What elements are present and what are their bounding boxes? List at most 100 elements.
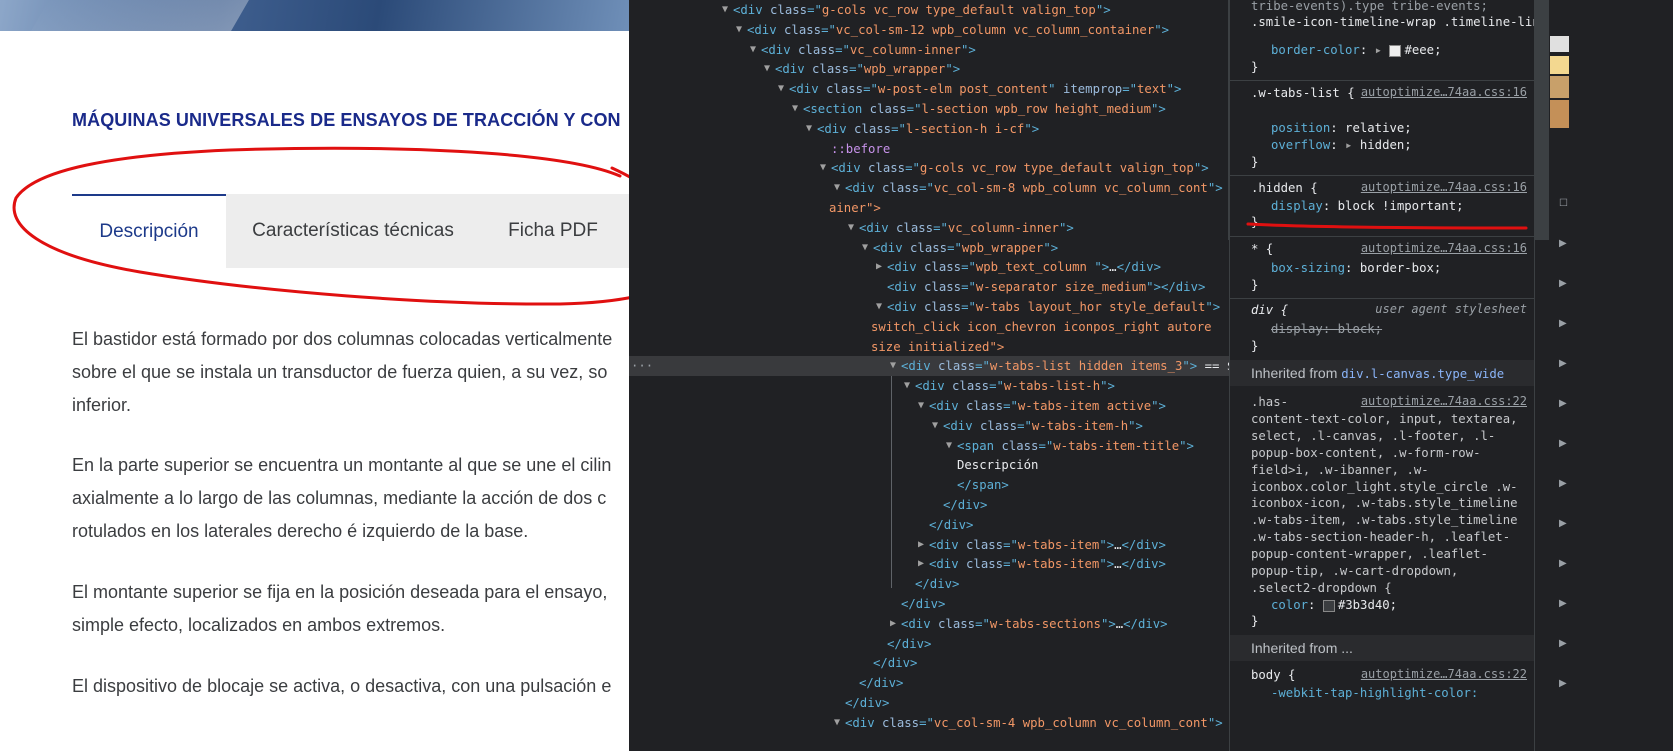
- css-declaration[interactable]: box-sizing: border-box;: [1271, 260, 1441, 277]
- css-property-name[interactable]: -webkit-tap-highlight-color:: [1271, 686, 1478, 700]
- dom-tree-row[interactable]: ▼ <div class="wpb_wrapper">: [629, 59, 1229, 79]
- collapse-arrow-icon[interactable]: ▼: [859, 238, 871, 258]
- selected-dom-node[interactable]: ▼ ··· <div class="w-tabs-list hidden items…: [629, 356, 1229, 377]
- expand-arrow-icon[interactable]: ▶: [1559, 238, 1567, 249]
- dom-tree-row[interactable]: </div>: [629, 574, 1229, 594]
- rule-selector-line[interactable]: .w-tabs-item, .w-tabs.style_timeline: [1251, 512, 1518, 529]
- css-property-value[interactable]: block: [1338, 322, 1375, 336]
- dom-tree-row[interactable]: <div class="w-separator size_medium"></d…: [629, 277, 1229, 297]
- rule-selector-line[interactable]: iconbox.color_light.style_circle .w-: [1251, 479, 1518, 496]
- collapse-arrow-icon[interactable]: ▼: [943, 436, 955, 456]
- collapse-arrow-icon[interactable]: ▼: [733, 20, 745, 40]
- expand-arrow-icon[interactable]: ▶: [1559, 558, 1567, 569]
- dom-tree-row[interactable]: ainer">: [629, 198, 1229, 218]
- css-property-name[interactable]: color: [1271, 598, 1308, 612]
- dom-tree-row[interactable]: ▼ <div class="w-tabs layout_hor style_def…: [629, 297, 1229, 317]
- rule-selector-line[interactable]: field>i, .w-ibanner, .w-: [1251, 462, 1429, 479]
- stylesheet-link[interactable]: autoptimize…74aa.css:16: [1361, 85, 1527, 99]
- css-property-name[interactable]: display: [1271, 199, 1323, 213]
- css-property-value[interactable]: #eee: [1404, 43, 1434, 57]
- dom-tree-row[interactable]: ▶ <div class="w-tabs-sections">…</div>: [629, 614, 1229, 634]
- stylesheet-link[interactable]: autoptimize…74aa.css:16: [1361, 180, 1527, 194]
- rule-selector-line[interactable]: select, .l-canvas, .l-footer, .l-: [1251, 428, 1495, 445]
- expand-arrow-icon[interactable]: ▶: [1559, 518, 1567, 529]
- css-property-value[interactable]: #3b3d40: [1338, 598, 1390, 612]
- dom-tree-row[interactable]: ▼ <div class="w-tabs-item-h">: [629, 416, 1229, 436]
- dom-tree-row[interactable]: ▼ <div class="w-tabs-item active">: [629, 396, 1229, 416]
- css-declaration[interactable]: -webkit-tap-highlight-color:: [1271, 685, 1478, 702]
- collapse-arrow-icon[interactable]: ▼: [803, 119, 815, 139]
- expand-arrow-icon[interactable]: ▶: [873, 257, 885, 277]
- dom-tree-row[interactable]: </div>: [629, 495, 1229, 515]
- rule-selector[interactable]: * {: [1251, 241, 1273, 258]
- dom-tree-row[interactable]: ▶ <div class="wpb_text_column ">…</div>: [629, 257, 1229, 277]
- dom-tree-row[interactable]: </div>: [629, 653, 1229, 673]
- dom-tree-row[interactable]: switch_click icon_chevron iconpos_right …: [629, 317, 1229, 337]
- dom-tree-row[interactable]: ▼ <div class="vc_column-inner">: [629, 218, 1229, 238]
- inherited-element-link[interactable]: div.l-canvas.type_wide: [1341, 367, 1504, 381]
- dom-tree-row[interactable]: ▼ <div class="g-cols vc_row type_default …: [629, 0, 1229, 20]
- expand-arrow-icon[interactable]: ▶: [1559, 358, 1567, 369]
- styles-scrollbar[interactable]: [1535, 0, 1549, 240]
- css-declaration[interactable]: display: block !important;: [1271, 198, 1464, 215]
- css-declaration[interactable]: border-color: ▸ #eee;: [1271, 42, 1442, 59]
- rule-selector[interactable]: div {: [1251, 302, 1288, 319]
- expand-arrow-icon[interactable]: ▶: [1559, 598, 1567, 609]
- rule-selector-line[interactable]: .select2-dropdown {: [1251, 580, 1392, 597]
- tab-descripcion[interactable]: Descripción: [72, 194, 226, 268]
- css-declaration[interactable]: color: #3b3d40;: [1271, 597, 1397, 614]
- color-swatch-icon[interactable]: [1389, 44, 1402, 57]
- stylesheet-link[interactable]: autoptimize…74aa.css:16: [1361, 241, 1527, 255]
- dom-tree-row[interactable]: ▼ <span class="w-tabs-item-title">: [629, 436, 1229, 456]
- collapse-arrow-icon[interactable]: ▼: [775, 79, 787, 99]
- dom-tree-row[interactable]: ▼ <div class="wpb_wrapper">: [629, 238, 1229, 258]
- rule-selector-line[interactable]: popup-tip, .w-cart-dropdown,: [1251, 563, 1458, 580]
- collapse-arrow-icon[interactable]: ▼: [845, 218, 857, 238]
- css-declaration[interactable]: overflow: ▸ hidden;: [1271, 137, 1412, 154]
- collapse-arrow-icon[interactable]: ▼: [929, 416, 941, 436]
- dom-tree-row[interactable]: ▼ <div class="vc_col-sm-12 wpb_column vc_…: [629, 20, 1229, 40]
- dom-tree-row[interactable]: ▼ <div class="vc_column-inner">: [629, 40, 1229, 60]
- dom-tree-row[interactable]: </div>: [629, 634, 1229, 654]
- tab-ficha-pdf[interactable]: Ficha PDF: [480, 194, 626, 268]
- dom-tree-row[interactable]: ▼ <div class="l-section-h i-cf">: [629, 119, 1229, 139]
- expand-arrow-icon[interactable]: ▶: [1559, 438, 1567, 449]
- css-property-value[interactable]: border-box: [1360, 261, 1434, 275]
- collapse-arrow-icon[interactable]: ▼: [789, 99, 801, 119]
- stylesheet-link[interactable]: autoptimize…74aa.css:22: [1361, 667, 1527, 681]
- collapse-arrow-icon[interactable]: ▼: [761, 59, 773, 79]
- collapse-arrow-icon[interactable]: ▼: [831, 178, 843, 198]
- dom-tree-row[interactable]: ▼ <div class="vc_col-sm-8 wpb_column vc_c…: [629, 178, 1229, 198]
- collapse-arrow-icon[interactable]: ▼: [901, 376, 913, 396]
- dom-tree-row[interactable]: ▼ <div class="w-post-elm post_content" it…: [629, 79, 1229, 99]
- rule-selector[interactable]: body {: [1251, 667, 1295, 684]
- expand-arrow-icon[interactable]: ▶: [1559, 678, 1567, 689]
- expand-arrow-icon[interactable]: ▶: [1559, 478, 1567, 489]
- css-property-name[interactable]: overflow: [1271, 138, 1330, 152]
- css-property-name[interactable]: display: [1271, 322, 1323, 336]
- expand-arrow-icon[interactable]: ▶: [1559, 278, 1567, 289]
- checkbox-icon[interactable]: ☐: [1559, 198, 1568, 209]
- rule-selector-line[interactable]: .w-tabs-section-header-h, .leaflet-: [1251, 529, 1510, 546]
- rule-selector-line[interactable]: popup-box-content, .w-form-row-: [1251, 445, 1481, 462]
- dom-tree-row[interactable]: ▶ <div class="w-tabs-item">…</div>: [629, 554, 1229, 574]
- collapse-arrow-icon[interactable]: ▼: [915, 396, 927, 416]
- rule-selector-line[interactable]: iconbox-icon, .w-tabs.style_timeline: [1251, 495, 1518, 512]
- css-declaration[interactable]: position: relative;: [1271, 120, 1412, 137]
- expand-arrow-icon[interactable]: ▶: [887, 614, 899, 634]
- rule-selector[interactable]: .w-tabs-list {: [1251, 85, 1355, 102]
- collapse-arrow-icon[interactable]: ▼: [887, 356, 899, 376]
- expand-arrow-icon[interactable]: ▶: [1559, 318, 1567, 329]
- dom-tree-row[interactable]: ▼ <section class="l-section wpb_row heigh…: [629, 99, 1229, 119]
- color-swatch-icon[interactable]: [1322, 599, 1335, 612]
- tab-caracteristicas-tecnicas[interactable]: Características técnicas: [226, 194, 480, 268]
- rule-selector-line[interactable]: popup-content-wrapper, .leaflet-: [1251, 546, 1488, 563]
- dom-tree-row[interactable]: </div>: [629, 515, 1229, 535]
- rule-selector-line[interactable]: .has-: [1251, 394, 1288, 411]
- collapse-arrow-icon[interactable]: ▼: [719, 0, 731, 20]
- collapse-arrow-icon[interactable]: ▼: [817, 158, 829, 178]
- dom-tree-row[interactable]: size initialized">: [629, 337, 1229, 357]
- dom-tree-row[interactable]: ▼ <div class="w-tabs-list-h">: [629, 376, 1229, 396]
- css-property-name[interactable]: box-sizing: [1271, 261, 1345, 275]
- dom-tree-row[interactable]: ::before: [629, 139, 1229, 159]
